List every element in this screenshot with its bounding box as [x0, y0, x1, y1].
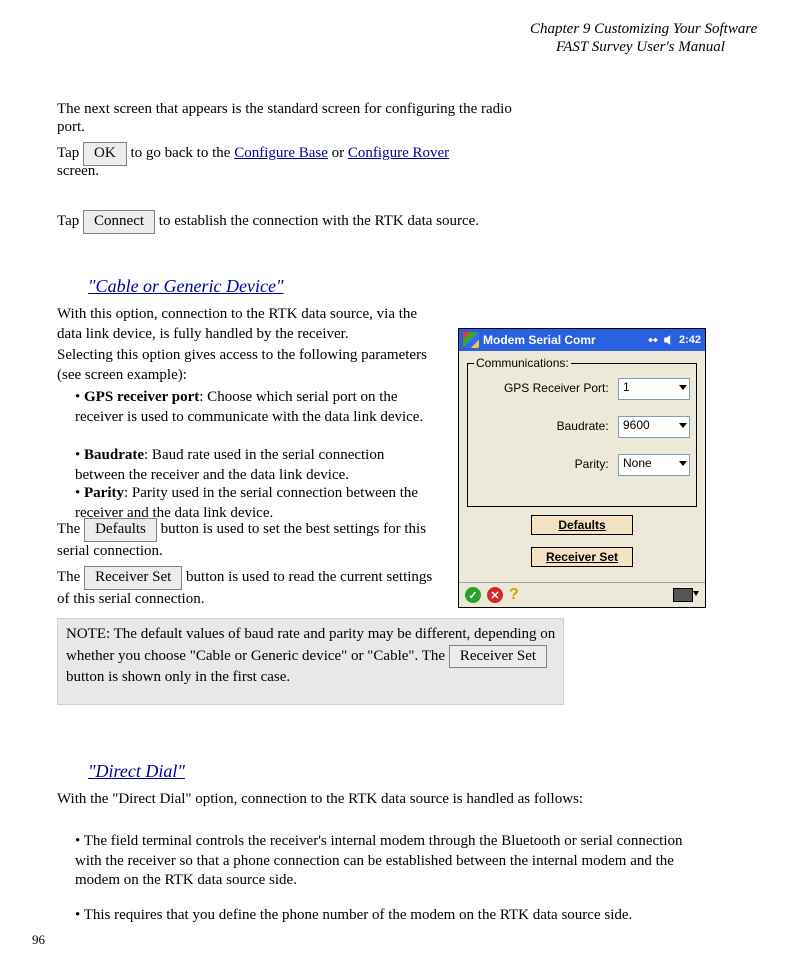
note-text: NOTE: The default values of baud rate an…: [66, 625, 556, 688]
link-configure-rover[interactable]: Configure Rover: [348, 145, 449, 161]
page-number: 96: [32, 932, 45, 949]
tap-ok-line: Tap OK to go back to the Configure Base …: [57, 142, 449, 166]
dd-bullet2: • This requires that you define the phon…: [75, 906, 695, 926]
tap-text: Tap: [57, 145, 83, 161]
start-flag-icon[interactable]: [463, 332, 479, 348]
connect-rest: to establish the connection with the RTK…: [159, 213, 479, 229]
titlebar: Modem Serial Comr 2:42: [459, 329, 705, 351]
intro-text: The next screen that appears is the stan…: [57, 100, 557, 120]
row-parity: Parity: None: [468, 454, 690, 476]
keyboard-icon[interactable]: [673, 588, 699, 602]
defaults-button-ref: Defaults: [84, 518, 157, 542]
connect-button-ref: Connect: [83, 210, 155, 234]
receiver-set-button[interactable]: Receiver Set: [531, 547, 633, 567]
help-icon[interactable]: ?: [509, 586, 519, 604]
tap-connect-line: Tap Connect to establish the connection …: [57, 210, 479, 234]
connectivity-icon: [647, 334, 659, 346]
bullet-baud: • Baudrate: Baud rate used in the serial…: [75, 446, 435, 485]
section-header: FAST Survey User's Manual: [556, 38, 725, 58]
ok-icon[interactable]: ✓: [465, 587, 481, 603]
chapter-header: Chapter 9 Customizing Your Software: [530, 20, 757, 40]
section-title-directdial: "Direct Dial": [88, 760, 185, 783]
intro-line1: The next screen that appears is the stan…: [57, 101, 512, 117]
label-baud: Baudrate:: [557, 419, 609, 433]
bullet-port: • GPS receiver port: Choose which serial…: [75, 388, 435, 427]
window-title: Modem Serial Comr: [483, 333, 596, 347]
goback-text: to go back to the: [130, 145, 234, 161]
intro-text-2: port.: [57, 118, 85, 138]
receiver-set-button-ref: Receiver Set: [84, 566, 182, 590]
or-text: or: [332, 145, 348, 161]
cancel-icon[interactable]: ✕: [487, 587, 503, 603]
bottom-bar: ✓ ✕ ?: [459, 582, 705, 607]
defaults-button[interactable]: Defaults: [531, 515, 633, 535]
screen-text: screen.: [57, 162, 99, 182]
dd-bullet1: • The field terminal controls the receiv…: [75, 832, 695, 891]
label-port: GPS Receiver Port:: [504, 381, 609, 395]
defaults-line: The Defaults button is used to set the b…: [57, 518, 437, 561]
link-configure-base[interactable]: Configure Base: [234, 145, 328, 161]
dropdown-parity[interactable]: None: [618, 454, 690, 476]
titlebar-icons: 2:42: [647, 329, 701, 351]
group-label: Communications:: [474, 356, 571, 370]
row-port: GPS Receiver Port: 1: [468, 378, 690, 400]
clock-time: 2:42: [679, 334, 701, 346]
cable-body1: With this option, connection to the RTK …: [57, 305, 437, 344]
section-title-cable: "Cable or Generic Device": [88, 275, 284, 298]
communications-groupbox: Communications: GPS Receiver Port: 1 Bau…: [467, 363, 697, 507]
directdial-body: With the "Direct Dial" option, connectio…: [57, 790, 657, 810]
dropdown-baud[interactable]: 9600: [618, 416, 690, 438]
mock-window: Modem Serial Comr 2:42 Communications: G…: [458, 328, 706, 608]
cable-body2: Selecting this option gives access to th…: [57, 346, 437, 385]
receiverset-line: The Receiver Set button is used to read …: [57, 566, 437, 609]
dropdown-port[interactable]: 1: [618, 378, 690, 400]
note-receiver-set-ref: Receiver Set: [449, 645, 547, 669]
tap2-text: Tap: [57, 213, 83, 229]
row-baud: Baudrate: 9600: [468, 416, 690, 438]
label-parity: Parity:: [575, 457, 609, 471]
speaker-icon[interactable]: [663, 334, 675, 346]
note-block: NOTE: The default values of baud rate an…: [57, 618, 564, 705]
